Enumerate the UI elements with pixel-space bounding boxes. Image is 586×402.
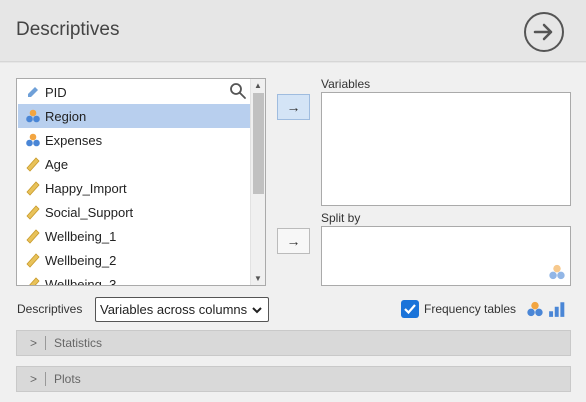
frequency-tables-label: Frequency tables [424,302,517,316]
variable-label: Expenses [45,132,103,148]
select-value: Variables across columns [100,302,248,317]
list-item[interactable]: Age [18,152,250,176]
list-scrollbar[interactable]: ▲ ▼ [250,79,265,285]
variable-label: Wellbeing_3 [45,276,117,286]
statistics-panel[interactable]: > Statistics [16,330,571,356]
list-item[interactable]: Wellbeing_1 [18,224,250,248]
ordinal-bars-icon [549,302,565,317]
list-item[interactable]: Wellbeing_3 [18,272,250,286]
search-icon[interactable] [229,82,247,100]
chevron-right-icon: > [30,336,38,350]
split-by-target-box[interactable] [321,226,571,286]
arrow-right-icon: → [286,233,301,249]
continuous-ruler-icon [24,155,42,173]
scroll-down-arrow-icon[interactable]: ▼ [254,274,262,283]
descriptives-layout-select[interactable]: Variables across columns [95,297,269,322]
variable-label: Age [45,156,69,172]
divider [45,372,47,386]
nominal-icon [527,301,543,317]
list-item[interactable]: Social_Support [18,200,250,224]
panel-title: Plots [54,372,81,386]
list-item[interactable]: Wellbeing_2 [18,248,250,272]
variable-label: PID [45,84,67,100]
page-title: Descriptives [16,19,120,40]
descriptives-layout-label: Descriptives [17,302,83,316]
plots-panel[interactable]: > Plots [16,366,571,392]
scroll-up-arrow-icon[interactable]: ▲ [254,81,262,90]
variable-label: Social_Support [45,204,134,220]
nominal-icon [24,107,42,125]
move-to-variables-button[interactable]: → [277,94,310,120]
continuous-ruler-icon [24,251,42,269]
variable-label: Wellbeing_2 [45,252,117,268]
list-item[interactable]: Expenses [18,128,250,152]
chevron-down-icon [252,307,262,314]
split-by-box-label: Split by [321,211,361,225]
scroll-thumb[interactable] [253,93,264,194]
arrow-right-circle-icon [533,23,553,41]
variable-source-list[interactable]: PID Region Expenses Age Happy_Import Soc… [16,78,266,286]
list-item[interactable]: PID [18,80,250,104]
nominal-icon [24,131,42,149]
continuous-ruler-icon [24,275,42,285]
variable-label: Wellbeing_1 [45,228,117,244]
variable-label: Happy_Import [45,180,127,196]
continuous-ruler-icon [24,203,42,221]
frequency-tables-checkbox[interactable] [401,300,419,318]
panel-title: Statistics [54,336,103,350]
list-item[interactable]: Happy_Import [18,176,250,200]
list-item[interactable]: Region [18,104,250,128]
variables-box-label: Variables [321,77,371,91]
move-to-split-button[interactable]: → [277,228,310,254]
chevron-right-icon: > [30,372,38,386]
nominal-icon [549,264,565,280]
run-analysis-button[interactable] [524,12,564,52]
nominal-text-icon [24,83,42,101]
arrow-right-icon: → [286,99,301,115]
checkmark-icon [404,304,416,315]
variables-target-box[interactable] [321,92,571,206]
variable-label: Region [45,108,87,124]
divider [45,336,47,350]
header: Descriptives [0,0,586,62]
continuous-ruler-icon [24,227,42,245]
continuous-ruler-icon [24,179,42,197]
